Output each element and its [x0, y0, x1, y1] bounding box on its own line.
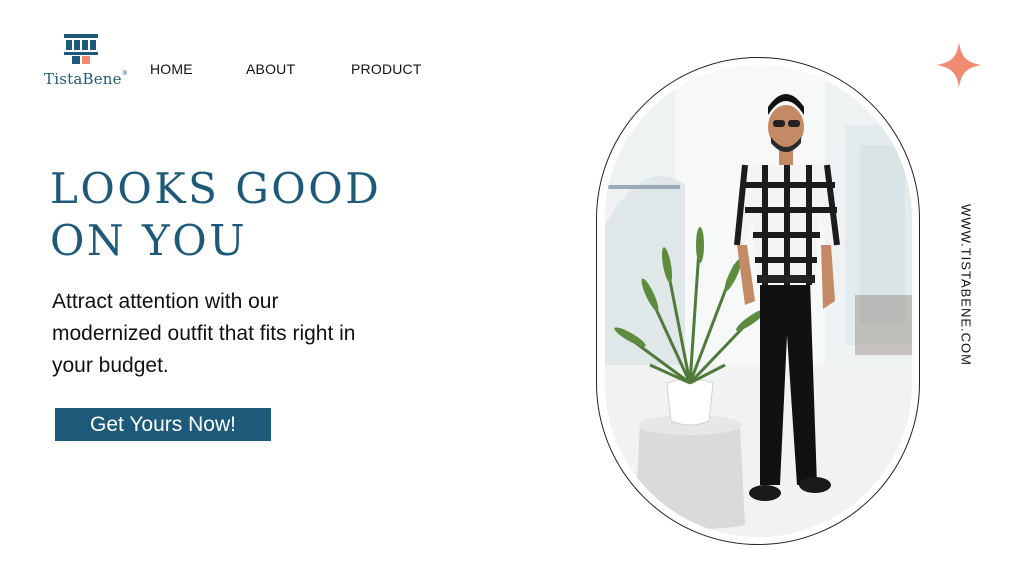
website-url[interactable]: WWW.TISTABENE.COM [958, 204, 974, 366]
headline-line-2: ON YOU [50, 216, 248, 265]
nav-about-link[interactable]: ABOUT [246, 61, 295, 77]
hero-headline: LOOKS GOOD ON YOU [50, 163, 410, 267]
get-yours-now-button[interactable]: Get Yours Now! [55, 408, 271, 441]
website-url-text: WWW.TISTABENE.COM [958, 204, 974, 366]
hero-description: Attract attention with our modernized ou… [52, 290, 356, 377]
brand-name: TistaBene® [44, 70, 128, 88]
model-photo-illustration [605, 65, 912, 537]
nav-home-link[interactable]: HOME [150, 61, 193, 77]
headline-line-1: LOOKS GOOD [50, 164, 382, 213]
sparkle-icon [936, 42, 982, 88]
nav-product-link[interactable]: PRODUCT [351, 61, 422, 77]
brand-logo[interactable]: TistaBene® [44, 30, 128, 94]
tistabene-logo-icon [64, 34, 98, 64]
model-photo [605, 65, 912, 537]
